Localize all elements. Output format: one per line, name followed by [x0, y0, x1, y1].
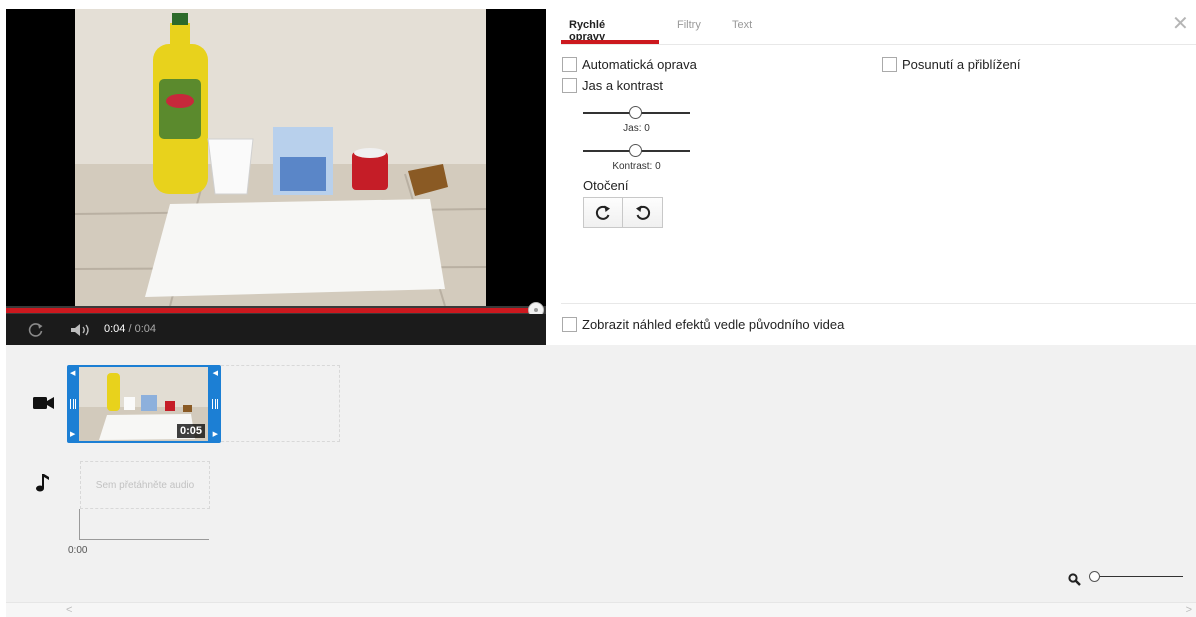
preview-side-by-side-label: Zobrazit náhled efektů vedle původního v… [582, 317, 845, 332]
brightness-value-label: Jas: 0 [623, 123, 650, 134]
audio-drop-area[interactable]: Sem přetáhněte audio [80, 461, 210, 509]
search-icon [1068, 573, 1081, 586]
tab-filters[interactable]: Filtry [677, 19, 701, 31]
timeline: ◀ ▶ 0:05 ◀ ▶ Sem přetáhněte audio 0:00 <… [6, 345, 1196, 617]
time-display: 0:04 / 0:04 [104, 323, 156, 335]
rotate-label: Otočení [583, 178, 629, 193]
scroll-left-icon[interactable]: < [66, 604, 72, 616]
brightness-slider[interactable] [583, 106, 690, 119]
preview-side-by-side-checkbox[interactable] [562, 317, 577, 332]
clip-thumbnail: 0:05 [79, 367, 208, 441]
brightness-handle[interactable] [629, 106, 642, 119]
auto-fix-label: Automatická oprava [582, 57, 697, 72]
time-ruler [79, 509, 209, 540]
preview-side-by-side-option[interactable]: Zobrazit náhled efektů vedle původního v… [562, 317, 844, 332]
divider [561, 303, 1196, 304]
brightness-contrast-checkbox[interactable] [562, 78, 577, 93]
clip-trim-right-arrow-icon[interactable]: ▶ [213, 431, 218, 438]
clip-left-handle[interactable] [70, 399, 76, 409]
edit-panel: Rychlé opravy Filtry Text ✕ Automatická … [546, 0, 1196, 345]
video-camera-icon [33, 397, 54, 409]
video-clip[interactable]: ◀ ▶ 0:05 ◀ ▶ [67, 365, 221, 443]
video-frame[interactable] [75, 9, 486, 306]
brightness-contrast-option[interactable]: Jas a kontrast [562, 78, 663, 93]
current-time: 0:04 [104, 323, 126, 335]
pan-zoom-label: Posunutí a přiblížení [902, 57, 1021, 72]
progress-bar[interactable] [6, 302, 546, 318]
rotate-button-group [583, 197, 663, 228]
clip-right-handle[interactable] [212, 399, 218, 409]
video-frame-image [75, 9, 486, 306]
zoom-track [1089, 576, 1183, 577]
rotate-left-button[interactable] [623, 197, 663, 228]
close-icon[interactable]: ✕ [1172, 14, 1189, 34]
divider [561, 44, 1196, 45]
clip-duration: 0:05 [176, 424, 205, 438]
clip-trim-left-arrow-icon[interactable]: ▶ [70, 431, 75, 438]
auto-fix-option[interactable]: Automatická oprava [562, 57, 697, 72]
rotate-left-icon [635, 205, 650, 220]
contrast-value-label: Kontrast: 0 [612, 161, 661, 172]
zoom-handle[interactable] [1089, 571, 1100, 582]
scroll-right-icon[interactable]: > [1186, 604, 1192, 616]
pan-zoom-option[interactable]: Posunutí a přiblížení [882, 57, 1021, 72]
tab-text[interactable]: Text [732, 19, 752, 31]
rotate-right-icon [595, 205, 610, 220]
duration: / 0:04 [125, 323, 156, 335]
clip-trim-right-arrow-icon[interactable]: ◀ [213, 370, 218, 377]
player-controls: 0:04 / 0:04 [6, 314, 546, 345]
zoom-slider[interactable] [1089, 571, 1183, 583]
rotate-right-button[interactable] [583, 197, 623, 228]
volume-icon[interactable] [70, 323, 92, 337]
contrast-slider[interactable] [583, 144, 690, 157]
brightness-contrast-label: Jas a kontrast [582, 78, 663, 93]
music-note-icon [36, 474, 49, 492]
video-player[interactable]: 0:04 / 0:04 [6, 9, 546, 345]
clip-trim-left-arrow-icon[interactable]: ◀ [70, 370, 75, 377]
audio-drop-placeholder: Sem přetáhněte audio [95, 479, 195, 491]
progress-fill [6, 308, 536, 313]
pan-zoom-checkbox[interactable] [882, 57, 897, 72]
auto-fix-checkbox[interactable] [562, 57, 577, 72]
contrast-handle[interactable] [629, 144, 642, 157]
horizontal-scrollbar[interactable]: < > [6, 602, 1196, 617]
ruler-start-time: 0:00 [68, 545, 88, 556]
replay-icon[interactable] [28, 322, 44, 338]
